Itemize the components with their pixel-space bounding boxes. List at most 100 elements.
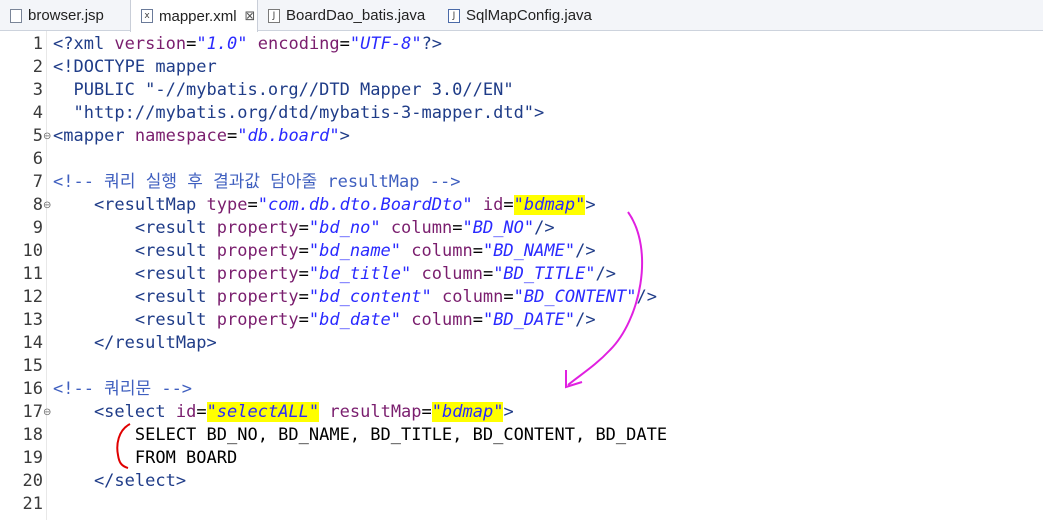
code-line[interactable]: <select id="selectALL" resultMap="bdmap"…: [53, 401, 514, 424]
code-line[interactable]: "http://mybatis.org/dtd/mybatis-3-mapper…: [53, 102, 544, 125]
code-token: PUBLIC "-//mybatis.org//DTD Mapper 3.0//…: [53, 80, 514, 100]
code-token: =: [298, 310, 309, 330]
code-token: =: [472, 310, 483, 330]
code-token: =: [503, 287, 514, 307]
code-line[interactable]: <!-- 쿼리 실행 후 결과값 담아줄 resultMap -->: [53, 171, 460, 194]
code-line[interactable]: <?xml version="1.0" encoding="UTF-8"?>: [53, 33, 442, 56]
code-token: property: [216, 264, 299, 284]
code-line[interactable]: <result property="bd_title" column="BD_T…: [53, 263, 616, 286]
line-number: 17: [22, 402, 43, 422]
code-token: id: [175, 402, 197, 422]
code-token: property: [216, 218, 299, 238]
code-token: "1.0": [196, 34, 248, 54]
line-number: 20: [22, 471, 43, 491]
code-token: FROM BOARD: [53, 448, 238, 468]
code-token: =: [298, 264, 309, 284]
code-token: property: [216, 310, 299, 330]
code-token: =: [298, 241, 309, 261]
xml-file-icon: x: [141, 9, 153, 23]
gutter-divider: [46, 31, 47, 520]
code-line[interactable]: <!DOCTYPE mapper: [53, 56, 217, 79]
annotation-arrow-head: [565, 370, 583, 389]
code-token: "bdmap": [513, 195, 586, 215]
code-token: property: [216, 241, 299, 261]
line-number: 21: [22, 494, 43, 514]
code-line[interactable]: </resultMap>: [53, 332, 217, 355]
code-token: "bdmap": [431, 402, 504, 422]
code-line[interactable]: <result property="bd_no" column="BD_NO"/…: [53, 217, 555, 240]
code-line[interactable]: PUBLIC "-//mybatis.org//DTD Mapper 3.0//…: [53, 79, 514, 102]
line-number: 4: [32, 103, 43, 123]
code-line[interactable]: FROM BOARD: [53, 447, 237, 470]
tab-boarddao-batis-java[interactable]: J BoardDao_batis.java: [258, 0, 438, 31]
java-file-icon: J: [448, 8, 460, 23]
code-line[interactable]: SELECT BD_NO, BD_NAME, BD_TITLE, BD_CONT…: [53, 424, 667, 447]
code-token: <!DOCTYPE mapper: [53, 57, 217, 77]
code-token: "bd_title": [308, 264, 412, 284]
code-token: "BD_TITLE": [493, 264, 596, 284]
fold-toggle-icon[interactable]: ⊖: [43, 125, 51, 148]
line-number: 7: [32, 172, 43, 192]
fold-toggle-icon[interactable]: ⊖: [43, 194, 51, 217]
code-token: =: [298, 287, 309, 307]
code-token: =: [339, 34, 350, 54]
code-token: =: [482, 264, 494, 284]
line-number: 13: [22, 310, 43, 330]
code-token: version: [114, 34, 187, 54]
code-token: <result: [53, 218, 217, 238]
code-token: "BD_CONTENT": [513, 287, 637, 307]
code-token: column: [411, 241, 473, 261]
tab-browser-jsp[interactable]: browser.jsp: [0, 0, 130, 31]
code-token: "UTF-8": [349, 34, 422, 54]
line-number: 6: [32, 149, 43, 169]
code-token: >: [585, 195, 596, 215]
code-token: <!-- 쿼리문 -->: [53, 379, 193, 399]
code-token: column: [441, 287, 504, 307]
code-line[interactable]: <result property="bd_content" column="BD…: [53, 286, 657, 309]
code-line[interactable]: <result property="bd_date" column="BD_DA…: [53, 309, 596, 332]
code-token: "bd_no": [308, 218, 381, 238]
code-token: "com.db.dto.BoardDto": [257, 195, 473, 215]
code-token: />: [636, 287, 657, 307]
code-token: =: [227, 126, 238, 146]
code-token: "db.board": [237, 126, 340, 146]
code-token: "bd_name": [308, 241, 402, 261]
code-token: "selectALL": [206, 402, 320, 422]
code-token: =: [452, 218, 463, 238]
line-number: 10: [22, 241, 43, 261]
code-token: "BD_DATE": [482, 310, 576, 330]
code-token: <result: [53, 310, 217, 330]
code-token: resultMap: [329, 402, 422, 422]
line-number: 9: [32, 218, 43, 238]
line-number: 16: [22, 379, 43, 399]
code-line[interactable]: <!-- 쿼리문 -->: [53, 378, 192, 401]
code-token: SELECT BD_NO, BD_NAME, BD_TITLE, BD_CONT…: [53, 425, 668, 445]
close-tab-icon[interactable]: ⊠: [245, 9, 256, 24]
line-number: 18: [22, 425, 43, 445]
code-token: column: [421, 264, 483, 284]
tab-sqlmapconfig-java[interactable]: J SqlMapConfig.java: [438, 0, 608, 31]
code-line[interactable]: <result property="bd_name" column="BD_NA…: [53, 240, 596, 263]
code-token: "bd_content": [308, 287, 432, 307]
code-line[interactable]: </select>: [53, 470, 186, 493]
tab-mapper-xml[interactable]: x mapper.xml ⊠: [130, 0, 258, 32]
code-line[interactable]: <resultMap type="com.db.dto.BoardDto" id…: [53, 194, 596, 217]
fold-toggle-icon[interactable]: ⊖: [43, 401, 51, 424]
code-token: =: [421, 402, 432, 422]
code-line[interactable]: <mapper namespace="db.board">: [53, 125, 350, 148]
code-token: column: [390, 218, 453, 238]
code-token: <result: [53, 241, 217, 261]
line-number: 12: [22, 287, 43, 307]
line-number: 1: [32, 34, 43, 54]
code-token: "bd_date": [308, 310, 402, 330]
code-token: =: [186, 34, 197, 54]
code-token: column: [411, 310, 473, 330]
tab-label: SqlMapConfig.java: [466, 7, 592, 24]
code-token: />: [575, 241, 596, 261]
code-token: =: [247, 195, 258, 215]
code-token: property: [216, 287, 299, 307]
